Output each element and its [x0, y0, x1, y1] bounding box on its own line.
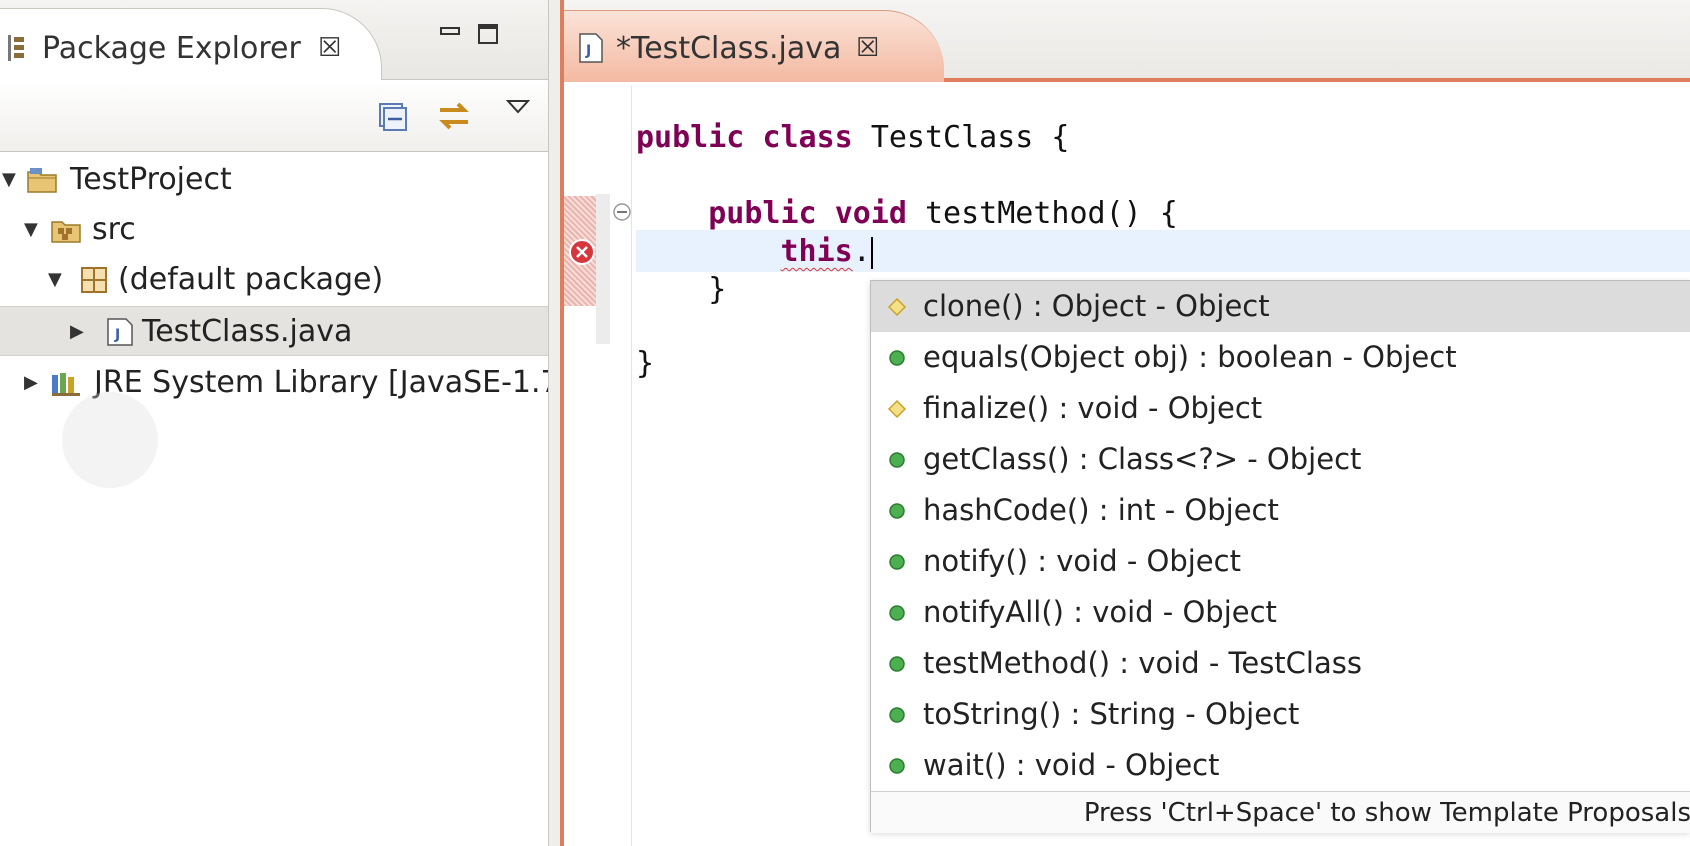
- keyword: void: [834, 196, 907, 231]
- view-sash[interactable]: [548, 0, 560, 846]
- public-method-icon: [889, 452, 905, 468]
- source-folder-icon: [51, 221, 81, 243]
- editor-tab-bar: J *TestClass.java ☒: [564, 0, 1690, 82]
- proposal-label: wait() : void - Object: [923, 748, 1220, 782]
- protected-method-icon: [887, 399, 907, 419]
- tree-item-label: TestProject: [70, 162, 232, 197]
- maximize-icon[interactable]: [476, 22, 500, 46]
- proposal-item[interactable]: notify() : void - Object: [871, 536, 1690, 587]
- java-file-icon: J: [579, 33, 603, 63]
- proposal-item[interactable]: notifyAll() : void - Object: [871, 587, 1690, 638]
- public-method-icon: [889, 350, 905, 366]
- proposal-item[interactable]: wait() : void - Object: [871, 740, 1690, 791]
- svg-text:J: J: [114, 327, 120, 343]
- tree-item-label: src: [92, 212, 136, 247]
- public-method-icon: [889, 656, 905, 672]
- public-method-icon: [889, 554, 905, 570]
- proposal-label: notify() : void - Object: [923, 544, 1241, 578]
- code-line-method-close[interactable]: }: [636, 268, 726, 312]
- proposal-item[interactable]: toString() : String - Object: [871, 689, 1690, 740]
- close-icon[interactable]: ☒: [318, 33, 341, 63]
- proposal-label: clone() : Object - Object: [923, 289, 1270, 323]
- keyword: class: [762, 120, 853, 155]
- package-explorer-tab[interactable]: Package Explorer ☒: [0, 8, 382, 80]
- proposal-label: hashCode() : int - Object: [923, 493, 1279, 527]
- tree-item-default-package[interactable]: ▼ (default package): [0, 255, 548, 305]
- collapse-fold-icon[interactable]: [612, 202, 632, 222]
- keyword: public: [708, 196, 817, 231]
- tree-item-testproject[interactable]: ▼ TestProject: [0, 155, 548, 205]
- tree-item-label: (default package): [118, 262, 384, 297]
- expand-twisty-icon[interactable]: ▼: [24, 205, 38, 255]
- folding-band: [596, 194, 610, 344]
- editor-tab-testclass[interactable]: J *TestClass.java ☒: [564, 10, 944, 82]
- collapse-twisty-icon[interactable]: ▶: [24, 358, 38, 408]
- explorer-toolbar: [0, 80, 548, 152]
- vertical-ruler[interactable]: [564, 86, 632, 846]
- public-method-icon: [889, 758, 905, 774]
- expand-twisty-icon[interactable]: ▼: [2, 155, 16, 205]
- public-method-icon: [889, 707, 905, 723]
- proposal-label: testMethod() : void - TestClass: [923, 646, 1362, 680]
- code-text: .: [852, 234, 871, 269]
- protected-method-icon: [887, 297, 907, 317]
- proposal-item[interactable]: equals(Object obj) : boolean - Object: [871, 332, 1690, 383]
- keyword: public: [636, 120, 745, 155]
- explorer-tab-bar: Package Explorer ☒: [0, 0, 548, 80]
- text-caret: [870, 236, 873, 269]
- touch-indicator: [62, 392, 158, 488]
- collapse-all-icon[interactable]: [376, 100, 408, 132]
- expand-twisty-icon[interactable]: ▼: [48, 255, 62, 305]
- code-text: testMethod() {: [925, 196, 1178, 231]
- tree-item-label: JRE System Library [JavaSE-1.7: [94, 365, 560, 400]
- collapse-twisty-icon[interactable]: ▶: [70, 307, 84, 357]
- project-folder-icon: [27, 168, 57, 193]
- svg-text:J: J: [585, 43, 591, 59]
- code-line-class-close[interactable]: }: [636, 342, 654, 386]
- error-icon[interactable]: [568, 238, 596, 266]
- proposal-item[interactable]: hashCode() : int - Object: [871, 485, 1690, 536]
- proposal-item[interactable]: clone() : Object - Object: [871, 281, 1690, 332]
- tree-item-testclass-java[interactable]: ▶ J TestClass.java: [0, 306, 548, 356]
- proposal-label: notifyAll() : void - Object: [923, 595, 1277, 629]
- explorer-tab-title: Package Explorer: [42, 31, 301, 66]
- proposal-item[interactable]: finalize() : void - Object: [871, 383, 1690, 434]
- proposal-label: equals(Object obj) : boolean - Object: [923, 340, 1457, 374]
- proposal-label: getClass() : Class<?> - Object: [923, 442, 1362, 476]
- library-icon: [52, 373, 80, 396]
- code-line-class-declaration[interactable]: public class TestClass {: [636, 116, 1070, 160]
- code-text: TestClass {: [870, 120, 1070, 155]
- java-file-icon: J: [107, 318, 133, 346]
- code-text: }: [636, 346, 655, 381]
- close-icon[interactable]: ☒: [856, 33, 879, 63]
- tree-item-label: TestClass.java: [142, 314, 353, 349]
- proposal-item[interactable]: getClass() : Class<?> - Object: [871, 434, 1690, 485]
- view-menu-icon[interactable]: [506, 98, 530, 116]
- code-text: }: [708, 272, 727, 307]
- link-with-editor-icon[interactable]: [434, 96, 474, 136]
- package-explorer-view: Package Explorer ☒ ▼ TestProject ▼ src ▼…: [0, 0, 560, 846]
- content-assist-status: Press 'Ctrl+Space' to show Template Prop…: [871, 791, 1690, 833]
- editor-tab-title: *TestClass.java: [616, 31, 842, 66]
- public-method-icon: [889, 503, 905, 519]
- package-icon: [81, 267, 107, 293]
- minimize-icon[interactable]: [438, 22, 462, 46]
- keyword-with-error: this: [780, 234, 853, 269]
- public-method-icon: [889, 605, 905, 621]
- proposal-label: finalize() : void - Object: [923, 391, 1263, 425]
- content-assist-popup: clone() : Object - Object equals(Object …: [870, 280, 1690, 833]
- proposal-label: toString() : String - Object: [923, 697, 1300, 731]
- tree-item-src[interactable]: ▼ src: [0, 205, 548, 255]
- package-explorer-icon: [8, 35, 24, 61]
- proposal-item[interactable]: testMethod() : void - TestClass: [871, 638, 1690, 689]
